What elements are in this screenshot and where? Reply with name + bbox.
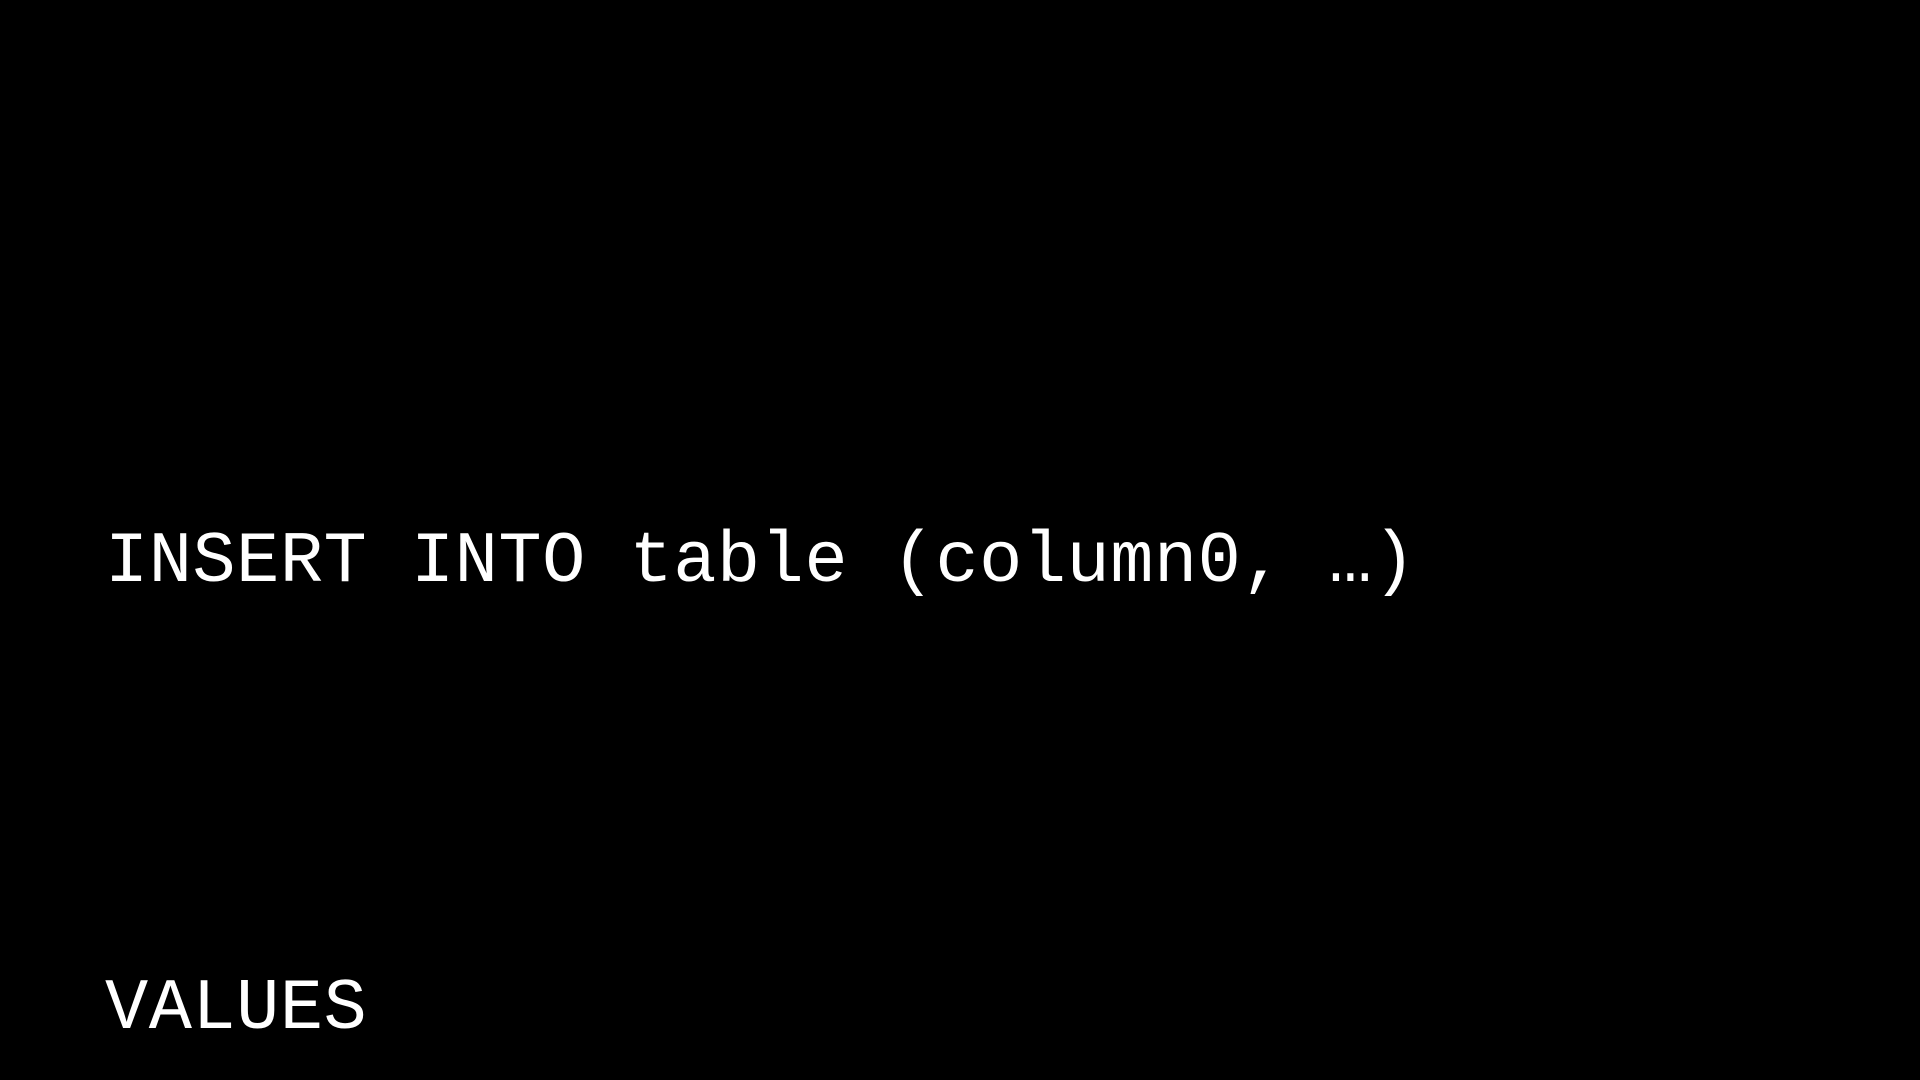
sql-code-block: INSERT INTO table (column0, …) VALUES (v… bbox=[105, 190, 1820, 1080]
code-line-1: INSERT INTO table (column0, …) bbox=[105, 488, 1820, 637]
code-line-2: VALUES bbox=[105, 935, 1820, 1080]
slide-container: INSERT INTO table (column0, …) VALUES (v… bbox=[0, 0, 1920, 1080]
